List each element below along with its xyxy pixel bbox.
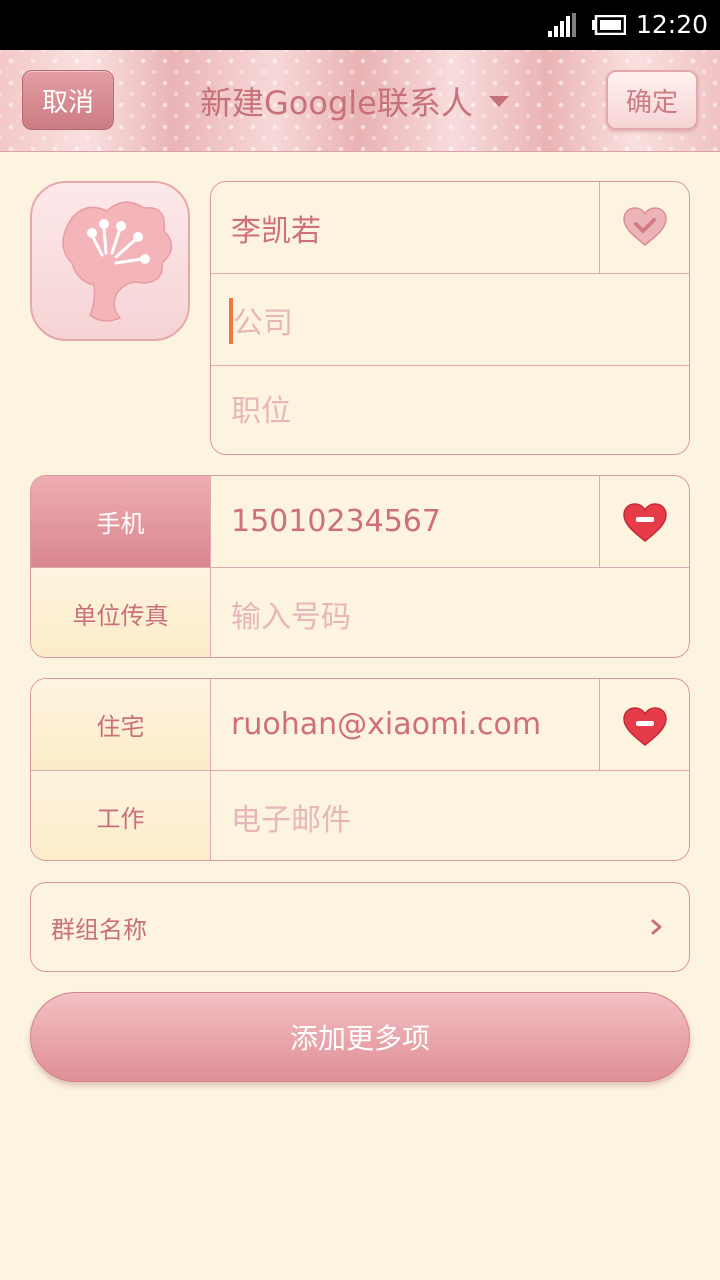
status-time: 12:20 [636, 10, 709, 39]
add-more-button[interactable]: 添加更多项 [30, 992, 690, 1082]
divider [599, 182, 600, 273]
home-email-field[interactable]: ruohan@xiaomi.com [231, 679, 591, 770]
home-email-row: 住宅 ruohan@xiaomi.com [31, 679, 689, 770]
fax-number-field[interactable]: 输入号码 [231, 568, 671, 657]
battery-icon [592, 15, 626, 35]
company-row: 公司 [211, 273, 689, 365]
company-field[interactable]: 公司 [233, 274, 673, 365]
group-selector[interactable]: 群组名称 [30, 882, 690, 972]
job-title-field[interactable]: 职位 [231, 366, 671, 450]
status-bar: 12:20 [0, 0, 720, 50]
phone-card: 手机 15010234567 单位传真 输入号码 [30, 475, 690, 658]
contact-photo[interactable] [30, 181, 190, 341]
home-email-type-label[interactable]: 住宅 [31, 679, 211, 770]
phone-field[interactable]: 15010234567 [231, 476, 591, 567]
title-bar: 取消 新建Google联系人 确定 [0, 50, 720, 152]
flower-icon [62, 201, 173, 322]
work-email-field[interactable]: 电子邮件 [231, 771, 671, 860]
heart-remove-icon[interactable] [623, 707, 667, 747]
email-card: 住宅 ruohan@xiaomi.com 工作 电子邮件 [30, 678, 690, 861]
dropdown-arrow-icon [488, 95, 509, 107]
confirm-button[interactable]: 确定 [606, 70, 698, 130]
cancel-button[interactable]: 取消 [22, 70, 114, 130]
account-selector[interactable]: 新建Google联系人 [200, 76, 509, 126]
divider [599, 679, 600, 770]
heart-remove-icon[interactable] [623, 503, 667, 543]
fax-row: 单位传真 输入号码 [31, 567, 689, 657]
heart-check-icon[interactable] [623, 207, 667, 247]
job-title-row: 职位 [211, 365, 689, 454]
chevron-right-icon [651, 919, 662, 935]
phone-type-label[interactable]: 手机 [31, 476, 211, 567]
work-email-row: 工作 电子邮件 [31, 770, 689, 860]
page-title: 新建Google联系人 [200, 84, 473, 122]
name-row: 李凯若 [211, 182, 689, 273]
divider [599, 476, 600, 567]
phone-row: 手机 15010234567 [31, 476, 689, 567]
work-email-type-label[interactable]: 工作 [31, 771, 211, 860]
group-label: 群组名称 [51, 915, 147, 944]
fax-type-label[interactable]: 单位传真 [31, 568, 211, 657]
name-card: 李凯若 公司 职位 [210, 181, 690, 455]
name-field[interactable]: 李凯若 [231, 182, 591, 273]
signal-icon [548, 13, 576, 37]
